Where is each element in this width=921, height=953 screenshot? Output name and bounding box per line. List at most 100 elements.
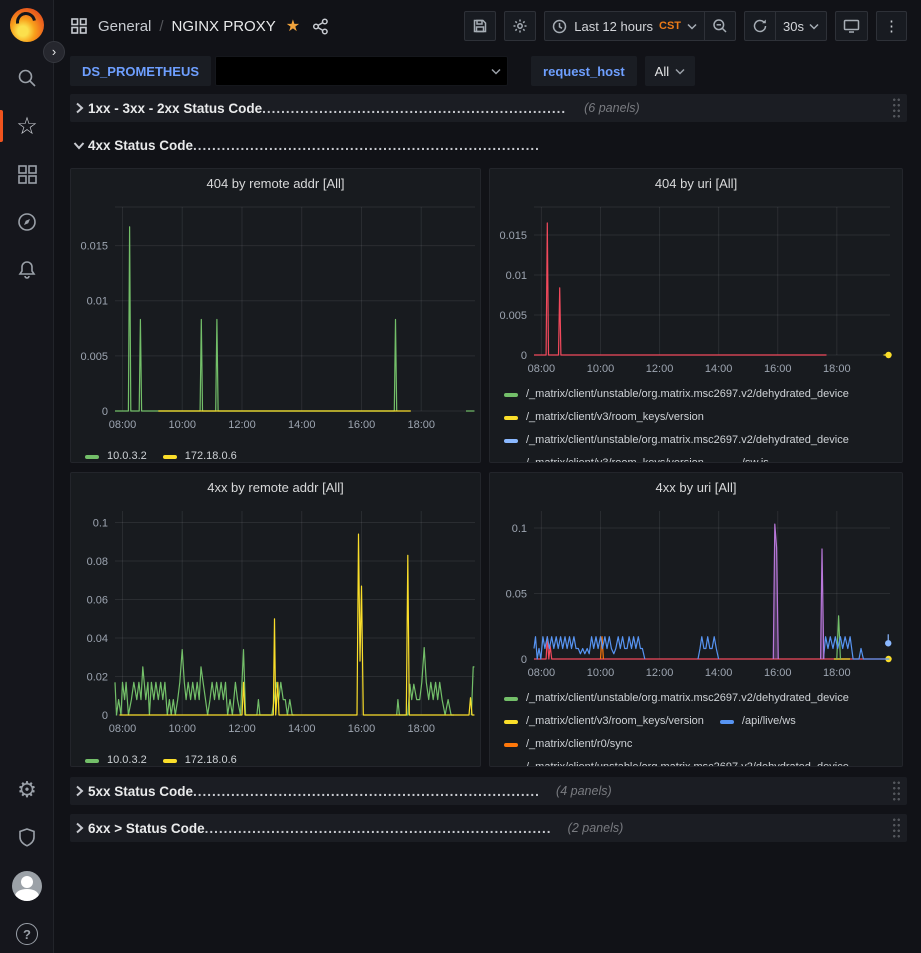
sidebar-item-server-admin[interactable] (0, 818, 54, 858)
legend-item[interactable]: /_matrix/client/unstable/org.matrix.msc2… (504, 687, 849, 710)
legend-label: 10.0.3.2 (107, 749, 147, 767)
legend-item[interactable]: /api/live/ws (720, 710, 796, 733)
legend-swatch (720, 720, 734, 724)
svg-text:0: 0 (102, 406, 108, 418)
datasource-label[interactable]: DS_PROMETHEUS (82, 64, 199, 79)
panel-404-by-uri: 404 by uri [All] 00.0050.010.01508:0010:… (489, 168, 903, 463)
panel-header[interactable]: 404 by remote addr [All] (71, 169, 480, 197)
clock-icon (552, 19, 567, 34)
time-series-chart[interactable]: 00.0050.010.01508:0010:0012:0014:0016:00… (71, 197, 480, 443)
panel-header[interactable]: 4xx by uri [All] (490, 473, 902, 501)
sidebar-item-help[interactable]: ? (0, 914, 54, 953)
row-drag-handle[interactable] (892, 97, 901, 119)
svg-text:08:00: 08:00 (109, 723, 137, 735)
sidebar-item-profile[interactable] (0, 866, 54, 906)
svg-text:12:00: 12:00 (646, 363, 674, 375)
time-range-picker[interactable]: Last 12 hours CST (544, 11, 705, 41)
sidebar-item-dashboards[interactable] (0, 154, 54, 194)
sidebar-item-starred[interactable]: ☆ (0, 106, 54, 146)
navbar-actions: Last 12 hours CST 30s (464, 11, 907, 41)
favorite-star-icon[interactable]: ★ (286, 16, 300, 36)
legend-label: /_matrix/client/v3/room_keys/version (526, 452, 704, 463)
svg-text:10:00: 10:00 (587, 363, 615, 375)
time-series-chart[interactable]: 00.020.040.060.080.108:0010:0012:0014:00… (71, 501, 480, 747)
grafana-logo[interactable] (10, 8, 44, 42)
datasource-select-redacted[interactable] (215, 56, 508, 86)
legend-item[interactable]: /_matrix/client/v3/room_keys/version (504, 710, 704, 733)
legend-item[interactable]: /_matrix/client/unstable/org.matrix.msc2… (504, 756, 849, 767)
legend-item[interactable]: /sw.js (720, 452, 769, 463)
chart-legend: /_matrix/client/unstable/org.matrix.msc2… (490, 685, 902, 767)
legend-item[interactable]: /_matrix/client/unstable/org.matrix.msc2… (504, 383, 849, 406)
svg-text:0.015: 0.015 (80, 241, 108, 253)
chevron-right-icon (70, 785, 88, 797)
row-6xx[interactable]: 6xx > Status Code ......................… (70, 814, 907, 842)
request-host-select[interactable]: All (645, 56, 695, 86)
apps-grid-icon[interactable] (70, 17, 88, 35)
sidebar-expand-button[interactable]: › (43, 41, 65, 63)
svg-text:0: 0 (102, 710, 108, 722)
refresh-button[interactable] (744, 11, 776, 41)
legend-label: /api/live/ws (742, 710, 796, 733)
more-options-button[interactable]: ⋮ (876, 11, 907, 41)
share-icon[interactable] (312, 18, 329, 35)
dashboard-settings-button[interactable] (504, 11, 536, 41)
legend-item[interactable]: /_matrix/client/v3/room_keys/version (504, 452, 704, 463)
legend-item[interactable]: /_matrix/client/r0/sync (504, 733, 632, 756)
panel-header[interactable]: 404 by uri [All] (490, 169, 902, 197)
dashboard-title[interactable]: NGINX PROXY (172, 18, 276, 35)
row-title-dots: ........................................… (262, 101, 566, 116)
star-outline-icon: ☆ (16, 112, 38, 141)
time-series-chart[interactable]: 00.0050.010.01508:0010:0012:0014:0016:00… (490, 197, 902, 381)
row-4xx[interactable]: 4xx Status Code ........................… (70, 131, 907, 159)
legend-item[interactable]: 10.0.3.2 (85, 445, 147, 463)
request-host-label[interactable]: request_host (543, 64, 625, 79)
sidebar-item-alerting[interactable] (0, 250, 54, 290)
time-series-chart[interactable]: 00.050.108:0010:0012:0014:0016:0018:00 (490, 501, 902, 685)
svg-text:16:00: 16:00 (348, 419, 376, 431)
legend-swatch (504, 743, 518, 747)
panel-title: 404 by remote addr [All] (206, 176, 344, 191)
zoom-out-icon (712, 18, 728, 34)
row-5xx[interactable]: 5xx Status Code ........................… (70, 777, 907, 805)
zoom-out-button[interactable] (705, 11, 736, 41)
question-icon: ? (16, 923, 38, 945)
refresh-interval-label: 30s (783, 19, 804, 34)
sidebar-item-configuration[interactable]: ⚙ (0, 770, 54, 810)
breadcrumb-folder[interactable]: General (98, 18, 151, 35)
legend-swatch (720, 462, 734, 464)
row-title-dots: ........................................… (205, 821, 550, 836)
panel-404-by-remote-addr: 404 by remote addr [All] 00.0050.010.015… (70, 168, 481, 463)
shield-icon (17, 827, 37, 849)
legend-label: /_matrix/client/unstable/org.matrix.msc2… (526, 383, 849, 406)
sidebar-item-explore[interactable] (0, 202, 54, 242)
cycle-view-mode-button[interactable] (835, 11, 868, 41)
row-drag-handle[interactable] (892, 780, 901, 802)
panel-header[interactable]: 4xx by remote addr [All] (71, 473, 480, 501)
svg-text:0.01: 0.01 (87, 296, 108, 308)
chevron-down-icon (675, 68, 685, 75)
svg-text:0: 0 (521, 350, 527, 362)
legend-item[interactable]: /_matrix/client/v3/room_keys/version (504, 406, 704, 429)
legend-item[interactable]: 10.0.3.2 (85, 749, 147, 767)
svg-text:18:00: 18:00 (823, 363, 851, 375)
save-dashboard-button[interactable] (464, 11, 496, 41)
svg-text:16:00: 16:00 (348, 723, 376, 735)
main-area: General / NGINX PROXY ★ Last 12 hours (54, 0, 921, 953)
row-drag-handle[interactable] (892, 817, 901, 839)
legend-label: /_matrix/client/v3/room_keys/version (526, 710, 704, 733)
legend-item[interactable]: 172.18.0.6 (163, 749, 237, 767)
row-panel-count: (2 panels) (568, 821, 624, 835)
panel-4xx-by-remote-addr: 4xx by remote addr [All] 00.020.040.060.… (70, 472, 481, 767)
legend-label: 172.18.0.6 (185, 749, 237, 767)
search-icon[interactable] (0, 58, 54, 98)
legend-label: /_matrix/client/unstable/org.matrix.msc2… (526, 756, 849, 767)
legend-item[interactable]: 172.18.0.6 (163, 445, 237, 463)
row-title-dots: ........................................… (193, 784, 538, 799)
legend-item[interactable]: /_matrix/client/unstable/org.matrix.msc2… (504, 429, 849, 452)
row-title: 5xx Status Code (88, 784, 193, 799)
legend-label: 172.18.0.6 (185, 445, 237, 463)
refresh-interval-picker[interactable]: 30s (776, 11, 827, 41)
row-1xx-3xx-2xx[interactable]: 1xx - 3xx - 2xx Status Code ............… (70, 94, 907, 122)
svg-text:12:00: 12:00 (228, 419, 256, 431)
